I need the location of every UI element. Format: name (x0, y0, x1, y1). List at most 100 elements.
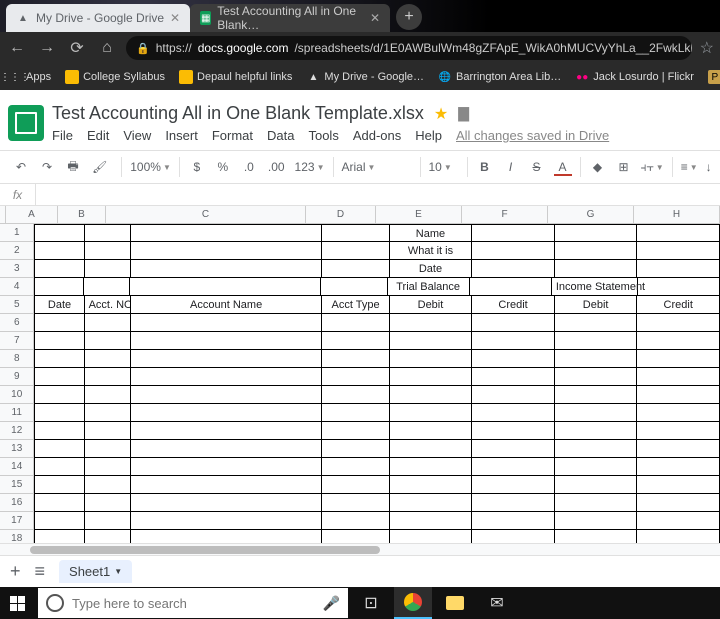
cell[interactable] (322, 458, 389, 476)
row-header[interactable]: 18 (0, 530, 34, 543)
h-scrollbar[interactable] (0, 543, 720, 555)
row-header[interactable]: 17 (0, 512, 34, 530)
cell[interactable] (34, 332, 84, 350)
cell[interactable] (131, 530, 323, 543)
cell[interactable] (322, 260, 389, 278)
cell[interactable] (322, 224, 389, 242)
cell[interactable] (390, 494, 473, 512)
cell[interactable] (85, 242, 131, 260)
cell[interactable] (85, 332, 131, 350)
cell[interactable] (84, 278, 130, 296)
row-header[interactable]: 3 (0, 260, 34, 278)
cell[interactable] (390, 332, 473, 350)
mic-icon[interactable]: 🎤 (323, 595, 340, 612)
cell[interactable]: Trial Balance (388, 278, 470, 296)
paint-format-button[interactable]: 🖌 (90, 158, 109, 176)
cell[interactable] (34, 530, 84, 543)
cell[interactable] (637, 512, 720, 530)
cell[interactable] (34, 260, 84, 278)
taskbar-mail[interactable]: ✉ (478, 587, 516, 619)
cell[interactable] (470, 278, 552, 296)
cell[interactable] (322, 440, 389, 458)
cell[interactable] (555, 530, 638, 543)
cell[interactable] (34, 440, 84, 458)
scrollbar-thumb[interactable] (30, 546, 380, 554)
cell[interactable] (85, 386, 131, 404)
cell[interactable] (131, 512, 323, 530)
cell[interactable] (472, 404, 555, 422)
cell[interactable]: Date (34, 296, 84, 314)
cell[interactable] (472, 440, 555, 458)
bookmark-item[interactable]: Depaul helpful links (179, 70, 292, 84)
cell[interactable] (85, 476, 131, 494)
cell[interactable] (85, 494, 131, 512)
cell[interactable] (34, 386, 84, 404)
cell[interactable] (322, 368, 389, 386)
cell[interactable]: Acct. NO. (85, 296, 131, 314)
cell[interactable] (131, 404, 323, 422)
cell[interactable] (472, 242, 555, 260)
apps-shortcut[interactable]: ⋮⋮⋮Apps (8, 70, 51, 84)
currency-button[interactable]: $ (188, 158, 206, 176)
cell[interactable] (85, 350, 131, 368)
cell[interactable] (637, 368, 720, 386)
cell[interactable] (637, 440, 720, 458)
halign-button[interactable]: ≡▼ (681, 160, 698, 174)
cell[interactable] (131, 314, 323, 332)
cell[interactable] (85, 440, 131, 458)
col-header-B[interactable]: B (58, 206, 106, 224)
cell[interactable] (638, 278, 720, 296)
cell[interactable] (34, 458, 84, 476)
cell[interactable] (131, 422, 323, 440)
bookmark-star-icon[interactable]: ☆ (700, 38, 714, 58)
cell[interactable] (472, 332, 555, 350)
strike-button[interactable]: S (528, 158, 546, 176)
cell[interactable] (85, 422, 131, 440)
col-header-H[interactable]: H (634, 206, 720, 224)
cell[interactable]: Income Statement (552, 278, 638, 296)
cell[interactable] (322, 476, 389, 494)
cell[interactable] (472, 458, 555, 476)
forward-button[interactable]: → (36, 37, 58, 59)
cell[interactable] (34, 350, 84, 368)
menu-help[interactable]: Help (415, 128, 442, 143)
cell[interactable] (131, 350, 323, 368)
cell[interactable] (637, 494, 720, 512)
col-header-C[interactable]: C (106, 206, 306, 224)
cell[interactable] (637, 386, 720, 404)
cell[interactable]: Date (390, 260, 473, 278)
cell[interactable] (555, 314, 638, 332)
new-tab-button[interactable]: + (396, 4, 422, 30)
cell[interactable] (637, 530, 720, 543)
cell[interactable] (637, 242, 720, 260)
cell[interactable] (555, 332, 638, 350)
cell[interactable] (131, 440, 323, 458)
merge-button[interactable]: ⫞⫟▼ (641, 160, 664, 175)
home-button[interactable]: ⌂ (96, 37, 118, 59)
cell[interactable] (390, 530, 473, 543)
row-header[interactable]: 6 (0, 314, 34, 332)
star-icon[interactable]: ★ (434, 104, 448, 124)
bold-button[interactable]: B (476, 158, 494, 176)
row-header[interactable]: 10 (0, 386, 34, 404)
menu-format[interactable]: Format (212, 128, 253, 143)
cell[interactable] (472, 368, 555, 386)
bookmark-item[interactable]: College Syllabus (65, 70, 165, 84)
col-header-G[interactable]: G (548, 206, 634, 224)
cell[interactable] (555, 476, 638, 494)
cell[interactable] (555, 494, 638, 512)
cell[interactable] (321, 278, 388, 296)
cell[interactable] (34, 242, 84, 260)
browser-tab-drive[interactable]: ▲ My Drive - Google Drive ✕ (6, 4, 190, 32)
row-header[interactable]: 1 (0, 224, 34, 242)
menu-file[interactable]: File (52, 128, 73, 143)
cell[interactable] (472, 386, 555, 404)
bookmark-item[interactable]: PPurdu (708, 70, 720, 84)
cell[interactable] (390, 404, 473, 422)
row-header[interactable]: 2 (0, 242, 34, 260)
cell[interactable] (555, 260, 638, 278)
row-header[interactable]: 12 (0, 422, 34, 440)
add-sheet-button[interactable]: + (10, 561, 21, 582)
fill-color-button[interactable]: ◆ (589, 158, 607, 176)
cell[interactable] (637, 476, 720, 494)
